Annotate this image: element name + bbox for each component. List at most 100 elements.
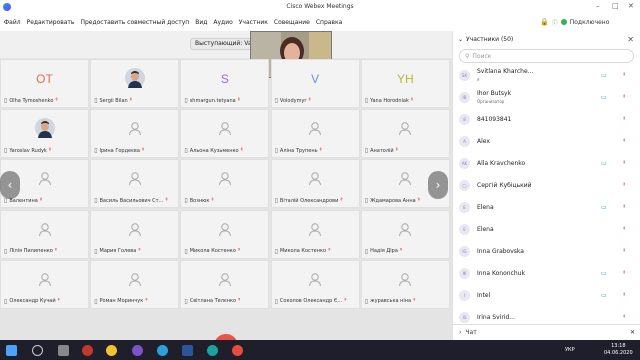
- participant-tile[interactable]: ▯ Yaroslav Rudyk ᶲ: [0, 109, 89, 159]
- viber-icon[interactable]: [132, 345, 143, 356]
- clock-date: 04.06.2020: [604, 350, 633, 356]
- next-page-button[interactable]: ›: [428, 171, 448, 199]
- phone-icon: ▯: [364, 247, 369, 255]
- participant-list-item[interactable]: E Elena ▭ ᶲ: [453, 197, 640, 217]
- participant-tile[interactable]: S ▯ shmargun.tetyana ᶲ: [180, 59, 270, 108]
- muted-mic-icon[interactable]: ᶲ: [623, 292, 625, 299]
- participant-tile[interactable]: ▯ Мария Голева ᶲ: [90, 209, 180, 259]
- participant-list-item[interactable]: SK Svitlana Kharche... я ▭ ᶲ: [453, 65, 640, 85]
- participant-tile[interactable]: ▯ Sergii Bilan ᶲ: [90, 59, 180, 108]
- participant-avatar: AK: [459, 157, 470, 169]
- menu-help[interactable]: Справка: [316, 19, 342, 26]
- avatar-silhouette-icon: [38, 273, 51, 286]
- participant-name: Валентина: [9, 197, 38, 204]
- participant-tile[interactable]: ▯ Аліна Трупень ᶲ: [270, 109, 360, 159]
- participant-list-item[interactable]: IS Irina Svirid... ᶲ: [453, 307, 640, 325]
- tile-name-row: ▯ Василь Васильович Ст... ᶲ: [94, 197, 175, 204]
- participant-tile[interactable]: ▯ Альона Кузьменко ᶲ: [180, 109, 270, 159]
- word-icon[interactable]: [182, 345, 193, 356]
- participant-tile[interactable]: ▯ Ірина Гордеєва ᶲ: [90, 109, 180, 159]
- participant-tile[interactable]: V ▯ Volodymyr ᶲ: [270, 59, 360, 108]
- muted-mic-icon[interactable]: ᶲ: [623, 72, 625, 79]
- participant-tile[interactable]: ▯ Олександр Кучай ᶲ: [0, 259, 89, 309]
- participant-tile[interactable]: ▯ Вознюк ᶲ: [180, 159, 270, 209]
- participant-list-item[interactable]: ◯ Сергій Кубіцький ᶲ: [453, 175, 640, 195]
- participant-tile[interactable]: ▯ Анатолій ᶲ: [360, 109, 450, 159]
- minimize-icon[interactable]: –: [596, 2, 600, 10]
- muted-mic-icon[interactable]: ᶲ: [623, 138, 625, 145]
- muted-mic-icon[interactable]: ᶲ: [623, 116, 625, 123]
- task-view-icon[interactable]: [58, 345, 69, 356]
- participant-list-item[interactable]: IK Inna Kononchuk ▭ ᶲ: [453, 263, 640, 283]
- start-icon[interactable]: [6, 345, 17, 356]
- participant-list-item[interactable]: 8 841093841 ᶲ: [453, 109, 640, 129]
- participant-tile[interactable]: OT ▯ Olha Tymoshenko ᶲ: [0, 59, 89, 108]
- menu-edit[interactable]: Редактировать: [27, 19, 75, 26]
- participant-avatar: 8: [459, 113, 470, 125]
- webex-taskbar-icon[interactable]: [207, 345, 218, 356]
- menu-participant[interactable]: Участник: [239, 19, 268, 26]
- language-indicator[interactable]: УКР: [565, 347, 575, 353]
- participant-tile[interactable]: ▯ Віталій Олександрови ᶲ: [270, 159, 360, 209]
- muted-mic-icon[interactable]: ᶲ: [623, 248, 625, 255]
- telegram-icon[interactable]: [157, 345, 168, 356]
- muted-mic-icon[interactable]: ᶲ: [623, 226, 625, 233]
- muted-mic-icon[interactable]: ᶲ: [623, 270, 625, 277]
- clock-time: 13:18: [611, 343, 626, 349]
- phone-icon: ▯: [364, 197, 369, 205]
- muted-mic-icon: ᶲ: [395, 147, 399, 154]
- participant-list-name: Irina Svirid...: [477, 313, 515, 321]
- participant-search-input[interactable]: ⚲ Поиск: [459, 49, 634, 63]
- muted-mic-icon[interactable]: ᶲ: [623, 182, 625, 189]
- menu-audio[interactable]: Аудио: [213, 19, 232, 26]
- collapse-chevron-icon[interactable]: ⌄: [458, 36, 463, 43]
- clock[interactable]: 13:18 04.06.2020: [604, 343, 633, 357]
- close-panel-icon[interactable]: ✕: [627, 35, 634, 44]
- app-icon[interactable]: [82, 345, 93, 356]
- participant-avatar: I: [459, 289, 470, 301]
- info-icon[interactable]: ⓘ: [552, 18, 558, 27]
- participant-tile[interactable]: ▯ Василь Васильович Ст... ᶲ: [90, 159, 180, 209]
- chat-header[interactable]: › Чат ✕: [453, 324, 640, 340]
- menu-meeting[interactable]: Совещание: [274, 19, 310, 26]
- participant-tile[interactable]: ▯ Микола Костенко ᶲ: [180, 209, 270, 259]
- maximize-icon[interactable]: □: [612, 2, 619, 10]
- search-icon[interactable]: [32, 345, 43, 356]
- menu-view[interactable]: Вид: [195, 19, 207, 26]
- camera-icon: ▭: [601, 203, 607, 211]
- participant-list-item[interactable]: I Intel ▭ ᶲ: [453, 285, 640, 305]
- participant-list-item[interactable]: IB Ihor Butsyk Организатор ▭ ᶲ: [453, 87, 640, 107]
- prev-page-button[interactable]: ‹: [0, 171, 20, 199]
- participant-tile[interactable]: ▯ журавська ніна ᶲ: [360, 259, 450, 309]
- app-icon-2[interactable]: [232, 345, 243, 356]
- phone-icon: ▯: [94, 97, 98, 104]
- tile-name-row: ▯ Микола Костенко ᶲ: [184, 248, 265, 255]
- muted-mic-icon[interactable]: ᶲ: [623, 160, 625, 167]
- tile-avatar: S: [181, 66, 268, 92]
- close-icon[interactable]: ✕: [628, 2, 634, 10]
- phone-icon: ▯: [94, 247, 98, 255]
- menu-file[interactable]: Файл: [4, 19, 21, 26]
- menu-share[interactable]: Предоставить совместный доступ: [80, 19, 189, 26]
- participant-tile[interactable]: ▯ Микола Костенко ᶲ: [270, 209, 360, 259]
- chrome-icon[interactable]: [106, 345, 117, 356]
- participant-list-item[interactable]: E Elena ᶲ: [453, 219, 640, 239]
- tile-name-row: ▯ Анатолій ᶲ: [365, 147, 446, 154]
- participant-list-item[interactable]: A Alex ᶲ: [453, 131, 640, 151]
- participant-tile[interactable]: ▯ Соколов Олександр Є... ᶲ: [270, 259, 360, 309]
- avatar-silhouette-icon: [128, 222, 141, 236]
- muted-mic-icon[interactable]: ᶲ: [623, 314, 625, 321]
- participant-tile[interactable]: ▯ Світлана Телєнко ᶲ: [180, 259, 270, 309]
- participants-title: Участники (50): [466, 35, 514, 43]
- participant-list-item[interactable]: IG Inna Grabovska ᶲ: [453, 241, 640, 261]
- participant-tile[interactable]: YH ▯ Yana Horodniak ᶲ: [360, 59, 450, 108]
- muted-mic-icon[interactable]: ᶲ: [623, 204, 625, 211]
- participant-tile[interactable]: ▯ Надія Діра ᶲ: [360, 209, 450, 259]
- tile-avatar: [272, 217, 359, 243]
- participant-tile[interactable]: ▯ Роман Моринчук ᶲ: [90, 259, 180, 309]
- participant-list-item[interactable]: AK Alla Kravchenko ▭ ᶲ: [453, 153, 640, 173]
- participant-tile[interactable]: ▯ Лілія Пилипенко ᶲ: [0, 209, 89, 259]
- close-chat-icon[interactable]: ✕: [630, 329, 635, 336]
- muted-mic-icon[interactable]: ᶲ: [623, 94, 625, 101]
- tile-avatar: [91, 267, 178, 293]
